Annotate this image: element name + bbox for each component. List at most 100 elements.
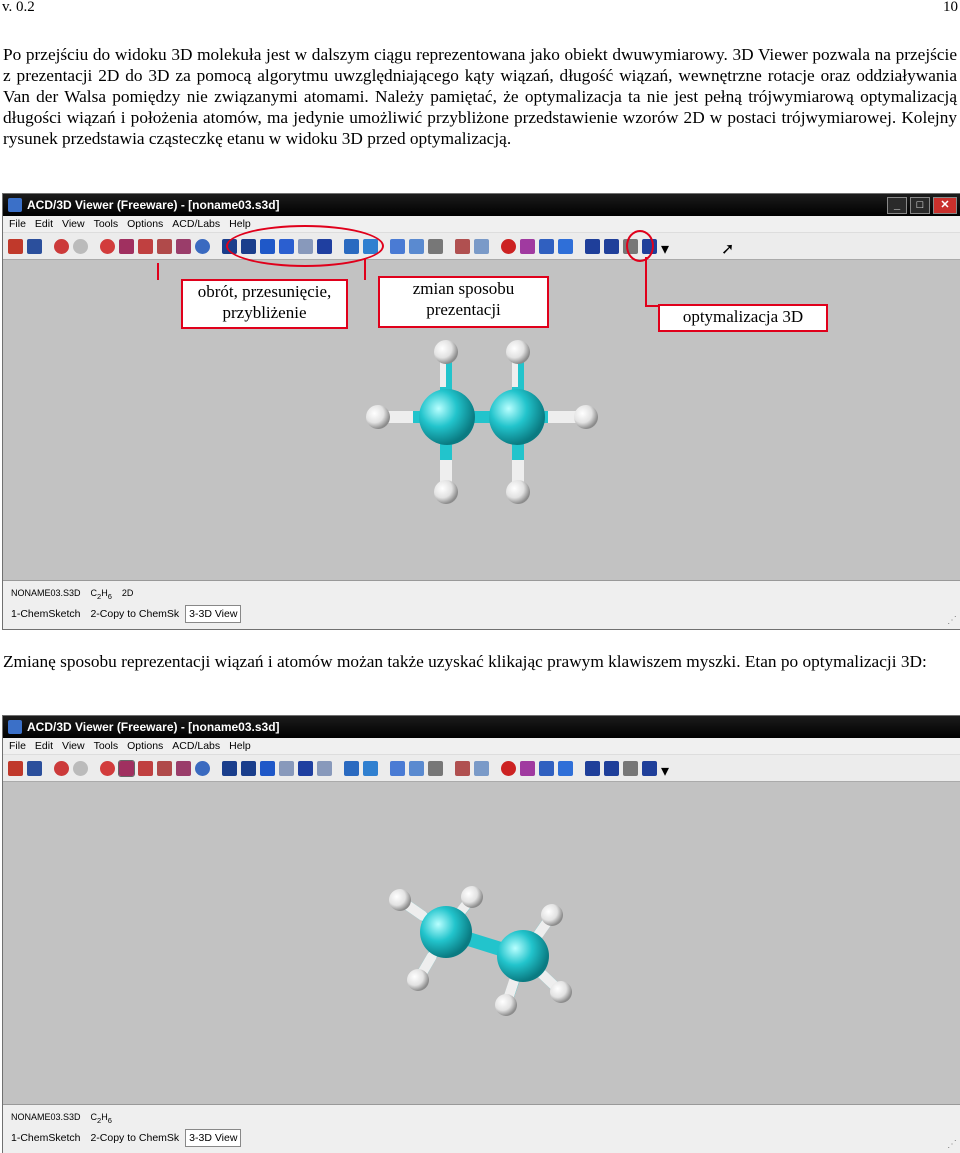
tab-copy-to-chemsketch[interactable]: 2-Copy to ChemSk: [86, 1129, 183, 1147]
select-icon[interactable]: [100, 760, 115, 776]
rotate-icon[interactable]: [138, 760, 153, 776]
hydrogens-icon[interactable]: [455, 238, 470, 254]
label-icon[interactable]: [390, 760, 405, 776]
paragraph-intro: Po przejściu do widoku 3D molekuła jest …: [3, 45, 957, 148]
hydrogens-icon[interactable]: [455, 760, 470, 776]
menu-acdlabs[interactable]: ACD/Labs: [172, 740, 220, 752]
tab-3d-view[interactable]: 3-3D View: [185, 1129, 242, 1147]
menu-acdlabs[interactable]: ACD/Labs: [172, 218, 220, 230]
wire-icon[interactable]: [222, 760, 237, 776]
callout-optimize: optymalizacja 3D: [658, 304, 828, 332]
rotate-icon[interactable]: [138, 238, 153, 254]
tab-copy-to-chemsketch[interactable]: 2-Copy to ChemSk: [86, 605, 183, 623]
resize-grip-icon[interactable]: ⋰: [947, 615, 957, 626]
resize-grip-icon[interactable]: ⋰: [947, 1139, 957, 1150]
torsion-icon[interactable]: [409, 760, 424, 776]
film-2-icon[interactable]: [604, 760, 619, 776]
status-file: NONAME03.S3D: [11, 588, 81, 598]
menu-edit[interactable]: Edit: [35, 740, 53, 752]
clean-icon[interactable]: [428, 760, 443, 776]
maximize-button[interactable]: □: [910, 197, 930, 214]
measure-distance-icon[interactable]: [344, 760, 359, 776]
menu-options[interactable]: Options: [127, 740, 163, 752]
disks-icon[interactable]: [298, 760, 313, 776]
menu-view[interactable]: View: [62, 218, 85, 230]
optimize-3d-icon[interactable]: [558, 238, 573, 254]
film-2-icon[interactable]: [604, 238, 619, 254]
menu-view[interactable]: View: [62, 740, 85, 752]
redo-icon[interactable]: [73, 238, 88, 254]
menu-help[interactable]: Help: [229, 740, 251, 752]
tab-3d-view[interactable]: 3-3D View: [185, 605, 242, 623]
film-icon[interactable]: [585, 760, 600, 776]
open-icon[interactable]: [8, 238, 23, 254]
rotate-z-icon[interactable]: [157, 760, 172, 776]
app-icon: [8, 720, 22, 734]
menu-edit[interactable]: Edit: [35, 218, 53, 230]
move-icon[interactable]: [119, 238, 134, 254]
film-4-icon[interactable]: [642, 760, 657, 776]
hydrogen-atom: [495, 994, 517, 1016]
film-icon[interactable]: [585, 238, 600, 254]
atom-label-icon[interactable]: [501, 238, 516, 254]
view-canvas[interactable]: [3, 782, 960, 1102]
close-button[interactable]: ✕: [933, 197, 957, 214]
menu-tools[interactable]: Tools: [94, 218, 119, 230]
hydrogen-atom: [461, 886, 483, 908]
hydrogen-atom: [434, 340, 458, 364]
color-icon[interactable]: [520, 760, 535, 776]
ball-stick-icon[interactable]: [260, 760, 275, 776]
rotate-z-icon[interactable]: [157, 238, 172, 254]
menu-file[interactable]: File: [9, 740, 26, 752]
atom-label-icon[interactable]: [501, 760, 516, 776]
move-icon[interactable]: [118, 759, 135, 777]
dropdown-icon[interactable]: ▾: [661, 239, 673, 258]
save-icon[interactable]: [27, 760, 42, 776]
status-bar: NONAME03.S3D C2H6 1-ChemSketch 2-Copy to…: [3, 1104, 960, 1153]
sticks-icon[interactable]: [241, 760, 256, 776]
carbon-atom: [497, 930, 549, 982]
redo-icon[interactable]: [73, 760, 88, 776]
clean-icon[interactable]: [428, 238, 443, 254]
hydrogen-atom: [389, 889, 411, 911]
menu-tools[interactable]: Tools: [94, 740, 119, 752]
viewer-window-before: ACD/3D Viewer (Freeware) - [noname03.s3d…: [2, 193, 960, 630]
zoom-icon[interactable]: [195, 760, 210, 776]
translate-icon[interactable]: [176, 238, 191, 254]
optimize-3d-icon[interactable]: [558, 760, 573, 776]
film-3-icon[interactable]: [623, 760, 638, 776]
color-by-icon[interactable]: [539, 760, 554, 776]
select-icon[interactable]: [100, 238, 115, 254]
torsion-icon[interactable]: [409, 238, 424, 254]
minimize-button[interactable]: _: [887, 197, 907, 214]
translate-icon[interactable]: [176, 760, 191, 776]
undo-icon[interactable]: [54, 760, 69, 776]
menu-options[interactable]: Options: [127, 218, 163, 230]
hydrogen-atom: [550, 981, 572, 1003]
undo-icon[interactable]: [54, 238, 69, 254]
callout-representation: zmian sposobu prezentacji: [378, 276, 549, 328]
save-icon[interactable]: [27, 238, 42, 254]
menu-help[interactable]: Help: [229, 218, 251, 230]
menu-file[interactable]: File: [9, 218, 26, 230]
label-icon[interactable]: [390, 238, 405, 254]
rs-labels-icon[interactable]: [474, 760, 489, 776]
title-bar: ACD/3D Viewer (Freeware) - [noname03.s3d…: [3, 716, 960, 738]
dropdown-icon[interactable]: ▾: [661, 761, 673, 780]
spacefill-icon[interactable]: [317, 760, 332, 776]
zoom-icon[interactable]: [195, 238, 210, 254]
tab-chemsketch[interactable]: 1-ChemSketch: [7, 605, 84, 623]
tab-chemsketch[interactable]: 1-ChemSketch: [7, 1129, 84, 1147]
hydrogen-atom: [574, 405, 598, 429]
open-icon[interactable]: [8, 760, 23, 776]
bonds: [378, 352, 583, 492]
callout-rotate: obrót, przesunięcie, przybliżenie: [181, 279, 348, 329]
status-file: NONAME03.S3D: [11, 1112, 81, 1122]
dots-icon[interactable]: [279, 760, 294, 776]
color-by-icon[interactable]: [539, 238, 554, 254]
color-icon[interactable]: [520, 238, 535, 254]
rs-labels-icon[interactable]: [474, 238, 489, 254]
measure-angle-icon[interactable]: [363, 760, 378, 776]
window-title: ACD/3D Viewer (Freeware) - [noname03.s3d…: [27, 198, 280, 212]
hydrogen-atom: [506, 480, 530, 504]
